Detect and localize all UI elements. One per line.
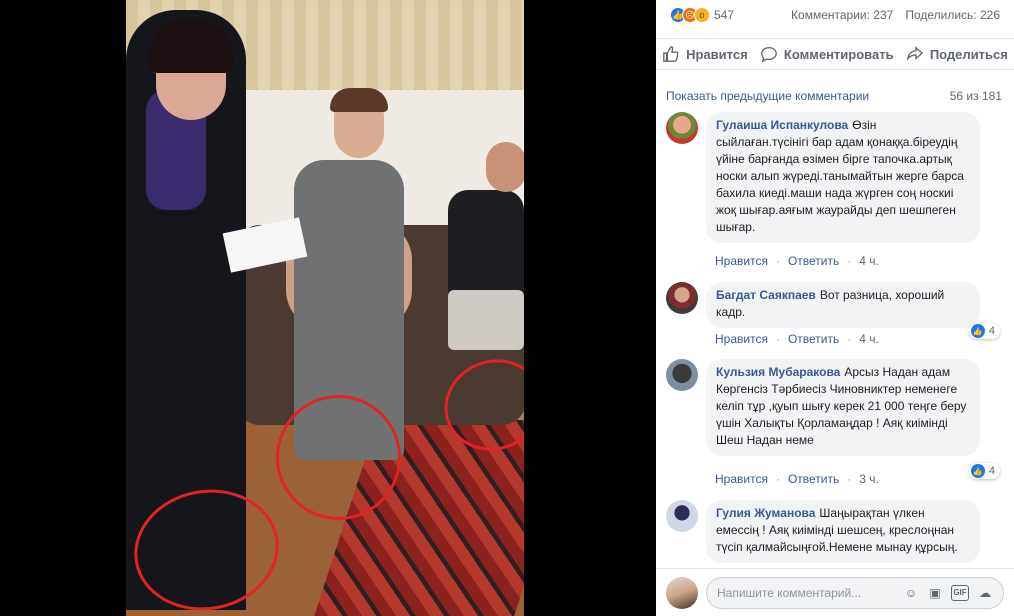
comment: Гулия Жуманова Шаңырақтан үлкен емессің !… [666,500,986,566]
comment-actions: Нравится · Ответить · 3 ч. [715,472,879,486]
comments-count[interactable]: Комментарии: 237 [791,8,893,22]
action-bar: Нравится Комментировать Поделиться [656,38,1014,70]
share-button-label: Поделиться [929,46,1008,62]
like-icon: 👍 [970,324,985,338]
like-icon: 👍 [970,464,985,478]
comment: Гулаиша Испанкулова Өзін сыйлаған.түсініг… [666,112,986,272]
avatar[interactable] [666,282,698,314]
comment-like-badge[interactable]: 👍 4 [968,323,1000,339]
comment-bubble: Багдат Саякпаев Вот разница, хороший кадр… [706,282,980,328]
share-icon [906,46,924,61]
comment-input-placeholder: Напишите комментарий... [717,585,862,600]
like-button-label: Нравится [686,46,748,62]
comment-icon [761,47,777,63]
comments-panel: 👍 ☹ o 547 Комментарии: 237 Поделились: 2… [656,0,1014,616]
comment-text: Өзін сыйлаған.түсінігі бар адам қонаққа.… [716,118,964,234]
comment-like-link[interactable]: Нравится [715,472,768,486]
comment-like-link[interactable]: Нравится [715,332,768,346]
comment-button[interactable]: Комментировать [760,45,894,63]
wow-reaction-icon: o [694,7,710,23]
comment-actions: Нравится · Ответить · 4 ч. [715,332,879,346]
comment-time[interactable]: 3 ч. [859,472,879,486]
show-previous-comments-link[interactable]: Показать предыдущие комментарии [666,89,869,103]
reactions[interactable]: 👍 ☹ o 547 [670,7,734,23]
comment-author[interactable]: Кульзия Мубаракова [716,365,840,379]
comment: Кульзия Мубаракова Арсыз Надан адам Көрге… [666,359,1000,491]
comment-button-label: Комментировать [783,46,894,62]
comment-reply-link[interactable]: Ответить [788,472,839,486]
comment-reply-link[interactable]: Ответить [788,332,839,346]
avatar[interactable] [666,359,698,391]
child-head [486,142,524,192]
composer-icons: ☺ ▣ GIF ☁ [903,584,993,601]
shares-count[interactable]: Поделились: 226 [905,8,1000,22]
share-button[interactable]: Поделиться [906,45,1008,63]
sticker-icon[interactable]: ☁ [977,585,993,601]
avatar[interactable] [666,112,698,144]
gif-icon[interactable]: GIF [951,584,969,601]
comment-reply-link[interactable]: Ответить [788,254,839,268]
comment-composer: Напишите комментарий... ☺ ▣ GIF ☁ [656,568,1014,616]
post-stats: 👍 ☹ o 547 Комментарии: 237 Поделились: 2… [656,0,1014,30]
thumbs-up-icon [663,46,679,62]
comment-author[interactable]: Багдат Саякпаев [716,288,816,302]
reaction-count[interactable]: 547 [714,8,734,22]
comment-author[interactable]: Гулаиша Испанкулова [716,118,848,132]
previous-comments-row: Показать предыдущие комментарии 56 из 18… [666,89,1002,103]
woman-hair [330,88,388,112]
comment-like-count: 4 [988,465,995,477]
comment-bubble: Гулия Жуманова Шаңырақтан үлкен емессің !… [706,500,980,563]
comment-like-count: 4 [988,325,995,337]
comment-time[interactable]: 4 ч. [859,332,879,346]
comment-bubble: Кульзия Мубаракова Арсыз Надан адам Көрге… [706,359,980,456]
comment-bubble: Гулаиша Испанкулова Өзін сыйлаған.түсініг… [706,112,980,243]
current-user-avatar[interactable] [666,576,698,609]
video-player[interactable] [0,0,656,616]
comment-author[interactable]: Гулия Жуманова [716,506,815,520]
comment-like-link[interactable]: Нравится [715,254,768,268]
video-frame[interactable] [126,0,524,616]
comments-pagination-count: 56 из 181 [949,89,1002,103]
emoji-icon[interactable]: ☺ [903,585,919,601]
comment-like-badge[interactable]: 👍 4 [968,463,1000,479]
comment: Багдат Саякпаев Вот разница, хороший кадр… [666,282,1000,352]
camera-icon[interactable]: ▣ [927,585,943,601]
child-shorts [448,290,524,350]
avatar[interactable] [666,500,698,532]
like-button[interactable]: Нравится [662,45,748,63]
comment-time[interactable]: 4 ч. [859,254,879,268]
comment-input[interactable]: Напишите комментарий... ☺ ▣ GIF ☁ [706,576,1004,609]
comment-actions: Нравится · Ответить · 4 ч. [715,254,879,268]
